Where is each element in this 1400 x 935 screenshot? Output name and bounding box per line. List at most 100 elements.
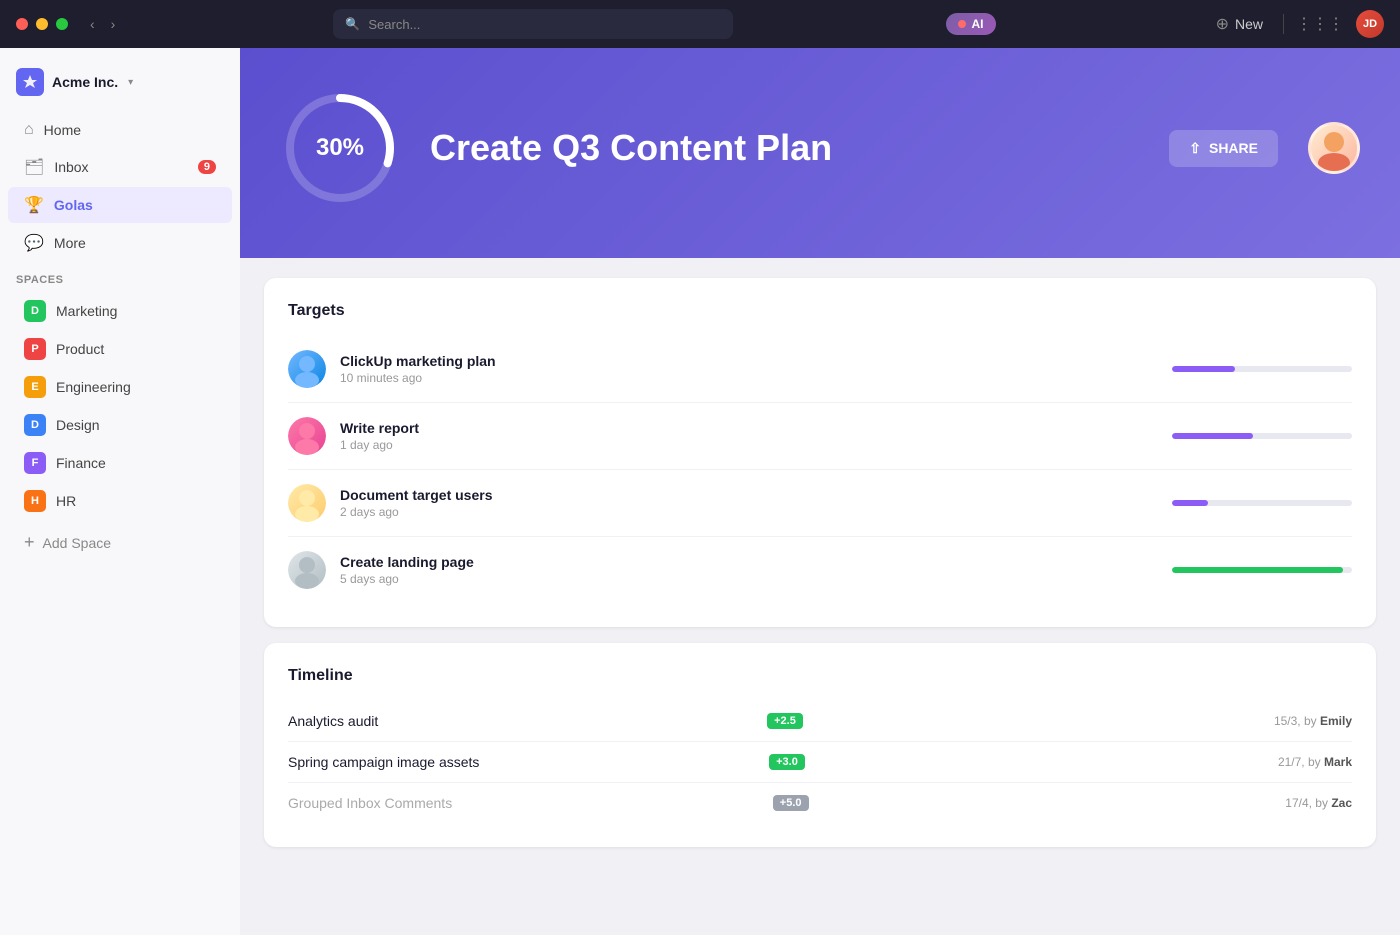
sidebar-item-engineering[interactable]: E Engineering: [8, 369, 232, 405]
workspace-logo: [16, 68, 44, 96]
target-item: Create landing page 5 days ago: [288, 537, 1352, 603]
goal-user-avatar[interactable]: [1308, 122, 1360, 174]
target-time-2: 1 day ago: [340, 438, 1158, 452]
share-button[interactable]: ⇧ SHARE: [1169, 130, 1278, 167]
plus-icon: ⊕: [1216, 14, 1229, 34]
goal-header: 30% Create Q3 Content Plan ⇧ SHARE: [240, 48, 1400, 258]
hr-label: HR: [56, 493, 76, 509]
target-time-1: 10 minutes ago: [340, 371, 1158, 385]
goals-icon: 🏆: [24, 195, 44, 215]
target-info-4: Create landing page 5 days ago: [340, 554, 1158, 586]
main-content: 30% Create Q3 Content Plan ⇧ SHARE Targe…: [240, 48, 1400, 935]
timeline-item: Grouped Inbox Comments +5.0 17/4, by Zac: [288, 783, 1352, 823]
user-avatar[interactable]: JD: [1356, 10, 1384, 38]
ai-dot: [958, 20, 966, 28]
more-icon: 💬: [24, 233, 44, 253]
chevron-down-icon: ▾: [128, 77, 133, 88]
back-arrow[interactable]: ‹: [84, 14, 101, 34]
progress-percent: 30%: [316, 134, 364, 162]
sidebar-item-goals[interactable]: 🏆 Golas: [8, 187, 232, 223]
workspace-header[interactable]: Acme Inc. ▾: [0, 60, 240, 112]
target-name-3: Document target users: [340, 487, 1158, 503]
marketing-dot: D: [24, 300, 46, 322]
target-avatar-3: [288, 484, 326, 522]
window-controls: [16, 18, 68, 30]
topbar-right: ⊕ New ⋮⋮⋮ JD: [1208, 10, 1384, 38]
target-name-4: Create landing page: [340, 554, 1158, 570]
timeline-meta-3: 17/4, by Zac: [1285, 796, 1352, 810]
sidebar-item-marketing[interactable]: D Marketing: [8, 293, 232, 329]
progress-circle: 30%: [280, 88, 400, 208]
inbox-label: Inbox: [54, 159, 188, 175]
sidebar-item-finance[interactable]: F Finance: [8, 445, 232, 481]
inbox-icon: 🗂: [24, 157, 44, 177]
target-avatar-4: [288, 551, 326, 589]
ai-label: AI: [972, 17, 984, 31]
sidebar-item-design[interactable]: D Design: [8, 407, 232, 443]
target-time-3: 2 days ago: [340, 505, 1158, 519]
maximize-btn[interactable]: [56, 18, 68, 30]
home-label: Home: [44, 122, 216, 138]
add-space-button[interactable]: + Add Space: [8, 524, 232, 561]
nav-arrows: ‹ ›: [84, 14, 121, 34]
target-info-2: Write report 1 day ago: [340, 420, 1158, 452]
spaces-section-label: Spaces: [0, 262, 240, 292]
topbar: ‹ › 🔍 Search... AI ⊕ New ⋮⋮⋮ JD: [0, 0, 1400, 48]
targets-panel: Targets ClickUp marketing plan 10: [264, 278, 1376, 627]
timeline-panel: Timeline Analytics audit +2.5 15/3, by E…: [264, 643, 1376, 847]
marketing-label: Marketing: [56, 303, 117, 319]
target-avatar-1: [288, 350, 326, 388]
timeline-name-2: Spring campaign image assets: [288, 754, 761, 770]
sidebar-item-hr[interactable]: H HR: [8, 483, 232, 519]
timeline-tag-1: +2.5: [767, 713, 803, 729]
timeline-tag-3: +5.0: [773, 795, 809, 811]
target-item: Write report 1 day ago: [288, 403, 1352, 470]
sidebar-item-inbox[interactable]: 🗂 Inbox 9: [8, 149, 232, 185]
targets-title: Targets: [288, 302, 1352, 320]
sidebar-item-home[interactable]: ⌂ Home: [8, 113, 232, 147]
product-label: Product: [56, 341, 104, 357]
timeline-name-3: Grouped Inbox Comments: [288, 795, 765, 811]
target-time-4: 5 days ago: [340, 572, 1158, 586]
search-bar[interactable]: 🔍 Search...: [333, 9, 733, 39]
timeline-item: Analytics audit +2.5 15/3, by Emily: [288, 701, 1352, 742]
content-panels: Targets ClickUp marketing plan 10: [240, 258, 1400, 867]
close-btn[interactable]: [16, 18, 28, 30]
sidebar-item-product[interactable]: P Product: [8, 331, 232, 367]
finance-label: Finance: [56, 455, 106, 471]
design-dot: D: [24, 414, 46, 436]
share-icon: ⇧: [1189, 140, 1201, 157]
search-placeholder: Search...: [368, 17, 420, 32]
new-button[interactable]: ⊕ New: [1208, 10, 1271, 38]
engineering-label: Engineering: [56, 379, 131, 395]
timeline-title: Timeline: [288, 667, 1352, 685]
more-label: More: [54, 235, 216, 251]
divider: [1283, 14, 1284, 34]
hr-dot: H: [24, 490, 46, 512]
add-icon: +: [24, 532, 35, 553]
ai-button[interactable]: AI: [946, 13, 996, 35]
minimize-btn[interactable]: [36, 18, 48, 30]
target-info-3: Document target users 2 days ago: [340, 487, 1158, 519]
target-info-1: ClickUp marketing plan 10 minutes ago: [340, 353, 1158, 385]
sidebar-item-more[interactable]: 💬 More: [8, 225, 232, 261]
workspace-name: Acme Inc.: [52, 74, 118, 90]
home-icon: ⌂: [24, 121, 34, 139]
progress-bar-3: [1172, 500, 1352, 506]
target-avatar-2: [288, 417, 326, 455]
timeline-meta-1: 15/3, by Emily: [1274, 714, 1352, 728]
target-item: Document target users 2 days ago: [288, 470, 1352, 537]
grid-icon[interactable]: ⋮⋮⋮: [1296, 14, 1344, 34]
progress-bar-4: [1172, 567, 1352, 573]
progress-bar-2: [1172, 433, 1352, 439]
timeline-tag-2: +3.0: [769, 754, 805, 770]
progress-bar-1: [1172, 366, 1352, 372]
forward-arrow[interactable]: ›: [105, 14, 122, 34]
product-dot: P: [24, 338, 46, 360]
main-layout: Acme Inc. ▾ ⌂ Home 🗂 Inbox 9 🏆 Golas 💬 M…: [0, 48, 1400, 935]
target-item: ClickUp marketing plan 10 minutes ago: [288, 336, 1352, 403]
finance-dot: F: [24, 452, 46, 474]
timeline-item: Spring campaign image assets +3.0 21/7, …: [288, 742, 1352, 783]
goals-label: Golas: [54, 197, 216, 213]
target-name-1: ClickUp marketing plan: [340, 353, 1158, 369]
